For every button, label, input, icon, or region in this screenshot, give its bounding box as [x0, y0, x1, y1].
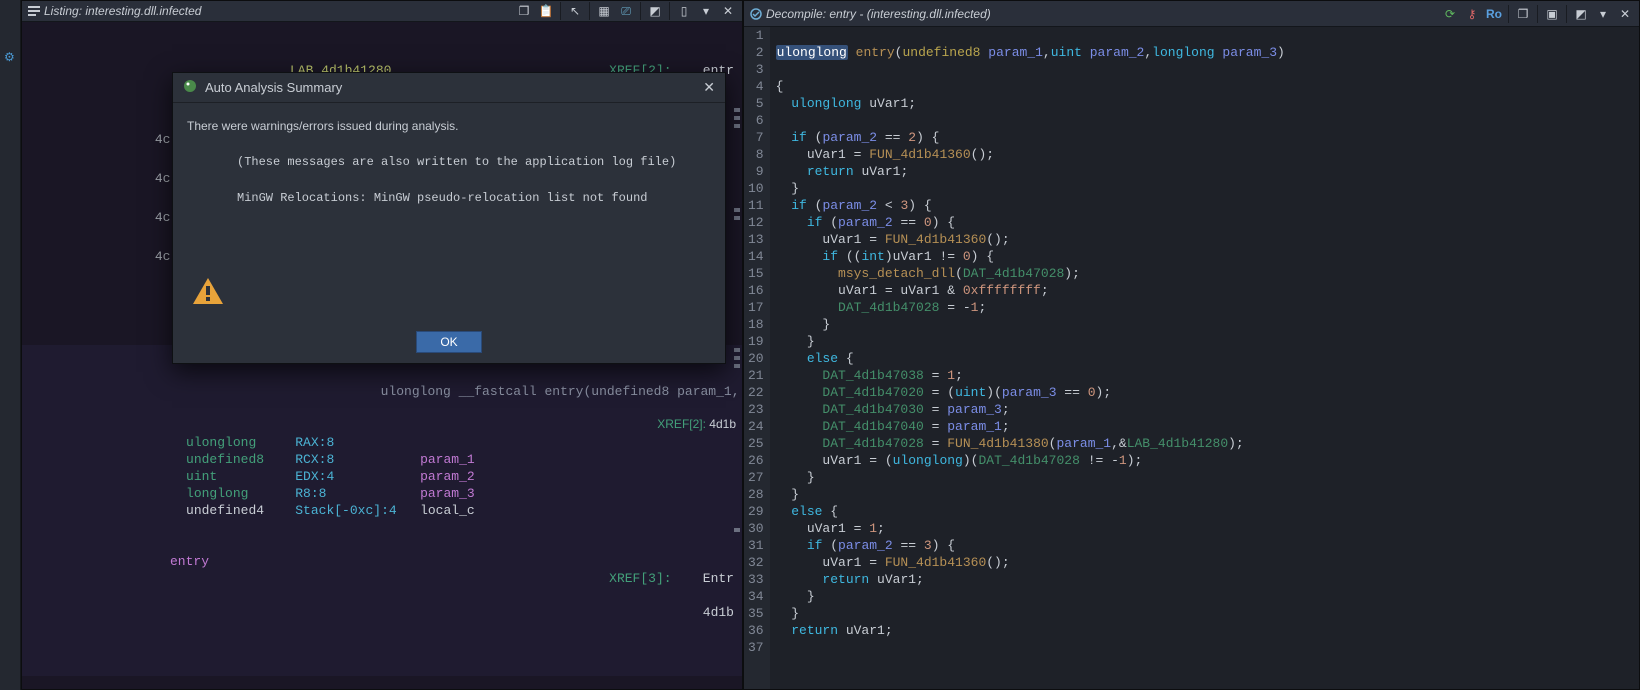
- code-line[interactable]: }: [776, 469, 1633, 486]
- listing-title: Listing: interesting.dll.infected: [44, 4, 512, 18]
- xref-label-3: XREF[3]:: [609, 571, 671, 586]
- xref-target-3: Entr: [703, 571, 734, 586]
- code-line[interactable]: }: [776, 605, 1633, 622]
- code-line[interactable]: DAT_4d1b47038 = 1;: [776, 367, 1633, 384]
- entry-label: entry: [30, 553, 209, 638]
- code-line[interactable]: uVar1 = uVar1 & 0xffffffff;: [776, 282, 1633, 299]
- code-line[interactable]: }: [776, 486, 1633, 503]
- code-line[interactable]: {: [776, 78, 1633, 95]
- code-line[interactable]: DAT_4d1b47040 = param_1;: [776, 418, 1633, 435]
- listing-pane: Listing: interesting.dll.infected ❐ 📋 ↖ …: [21, 0, 743, 690]
- code-line[interactable]: if ((int)uVar1 != 0) {: [776, 248, 1633, 265]
- line-numbers: 1234567891011121314151617181920212223242…: [744, 27, 770, 689]
- code-line[interactable]: }: [776, 333, 1633, 350]
- decompile-titlebar: Decompile: entry - (interesting.dll.infe…: [744, 1, 1639, 27]
- listing-body[interactable]: LAB_4d1b41280 XREF[2]: entr 4c 4c 4c 4c …: [22, 22, 742, 689]
- code-line[interactable]: [776, 61, 1633, 78]
- code-line[interactable]: else {: [776, 503, 1633, 520]
- code-line[interactable]: DAT_4d1b47028 = -1;: [776, 299, 1633, 316]
- code-line[interactable]: [776, 112, 1633, 129]
- xref-label-2: XREF[2]:: [657, 417, 706, 431]
- code-line[interactable]: return uVar1;: [776, 622, 1633, 639]
- listing-icon: [26, 3, 42, 19]
- code-line[interactable]: if (param_2 < 3) {: [776, 197, 1633, 214]
- code-line[interactable]: msys_detach_dll(DAT_4d1b47028);: [776, 265, 1633, 282]
- code-line[interactable]: if (param_2 == 3) {: [776, 537, 1633, 554]
- code-line[interactable]: }: [776, 180, 1633, 197]
- code-line[interactable]: ulonglong entry(undefined8 param_1,uint …: [776, 44, 1633, 61]
- dialog-line-2: (These messages are also written to the …: [187, 153, 711, 171]
- panel-icon[interactable]: ▯: [674, 1, 694, 21]
- code-line[interactable]: return uVar1;: [776, 571, 1633, 588]
- warning-icon: [191, 276, 225, 311]
- param-row: undefined4 Stack[-0xc]:4 local_c: [22, 502, 742, 519]
- snapshot-icon[interactable]: ◩: [1571, 4, 1591, 24]
- decompile-body[interactable]: 1234567891011121314151617181920212223242…: [744, 27, 1639, 689]
- param-row: ulonglong RAX:8: [22, 434, 742, 451]
- code-line[interactable]: DAT_4d1b47020 = (uint)(param_3 == 0);: [776, 384, 1633, 401]
- ro-label[interactable]: Ro: [1484, 4, 1504, 24]
- code-line[interactable]: [776, 639, 1633, 656]
- code-line[interactable]: uVar1 = 1;: [776, 520, 1633, 537]
- code-line[interactable]: [776, 27, 1633, 44]
- code-line[interactable]: else {: [776, 350, 1633, 367]
- decompiled-code[interactable]: ulonglong entry(undefined8 param_1,uint …: [770, 27, 1639, 689]
- param-row: uint EDX:4 param_2: [22, 468, 742, 485]
- entry-signature: ulonglong __fastcall entry(undefined8 pa…: [241, 384, 742, 399]
- listing-titlebar: Listing: interesting.dll.infected ❐ 📋 ↖ …: [22, 1, 742, 22]
- paste-icon[interactable]: 📋: [536, 1, 556, 21]
- decompile-icon: [748, 6, 764, 22]
- code-line[interactable]: DAT_4d1b47030 = param_3;: [776, 401, 1633, 418]
- code-line[interactable]: uVar1 = FUN_4d1b41360();: [776, 554, 1633, 571]
- ghidra-icon: [183, 79, 197, 96]
- code-line[interactable]: if (param_2 == 2) {: [776, 129, 1633, 146]
- ok-button[interactable]: OK: [416, 331, 482, 353]
- code-line[interactable]: ulonglong uVar1;: [776, 95, 1633, 112]
- dialog-close-icon[interactable]: ✕: [703, 79, 715, 96]
- xref-target-3b: 4d1b: [703, 605, 734, 620]
- code-line[interactable]: if (param_2 == 0) {: [776, 214, 1633, 231]
- camera-icon[interactable]: ◩: [645, 1, 665, 21]
- code-line[interactable]: uVar1 = FUN_4d1b41360();: [776, 231, 1633, 248]
- menu-dropdown[interactable]: ▾: [696, 1, 716, 21]
- code-line[interactable]: uVar1 = FUN_4d1b41360();: [776, 146, 1633, 163]
- dialog-line-1: There were warnings/errors issued during…: [187, 117, 711, 135]
- copy-icon[interactable]: ❐: [1513, 4, 1533, 24]
- auto-analysis-dialog: Auto Analysis Summary ✕ There were warni…: [172, 72, 726, 364]
- code-line[interactable]: return uVar1;: [776, 163, 1633, 180]
- toggle-2-icon[interactable]: ⎚: [616, 1, 636, 21]
- menu-dropdown[interactable]: ▾: [1593, 4, 1613, 24]
- copy-icon[interactable]: ❐: [514, 1, 534, 21]
- export-icon[interactable]: ▣: [1542, 4, 1562, 24]
- param-row: undefined8 RCX:8 param_1: [22, 451, 742, 468]
- code-line[interactable]: }: [776, 316, 1633, 333]
- toggle-1-icon[interactable]: ▦: [594, 1, 614, 21]
- code-line[interactable]: DAT_4d1b47028 = FUN_4d1b41380(param_1,&L…: [776, 435, 1633, 452]
- code-line[interactable]: uVar1 = (ulonglong)(DAT_4d1b47028 != -1)…: [776, 452, 1633, 469]
- listing-minimap[interactable]: [732, 48, 742, 689]
- close-icon[interactable]: ✕: [1615, 4, 1635, 24]
- close-icon[interactable]: ✕: [718, 1, 738, 21]
- code-line[interactable]: }: [776, 588, 1633, 605]
- graph-icon[interactable]: ⚷: [1462, 4, 1482, 24]
- dialog-line-3: MinGW Relocations: MinGW pseudo-relocati…: [187, 189, 711, 207]
- decompile-title: Decompile: entry - (interesting.dll.infe…: [766, 7, 1438, 21]
- gear-icon[interactable]: ⚙: [4, 50, 15, 64]
- refresh-icon[interactable]: ⟳: [1440, 4, 1460, 24]
- param-row: longlong R8:8 param_3: [22, 485, 742, 502]
- cursor-icon[interactable]: ↖: [565, 1, 585, 21]
- decompile-pane: Decompile: entry - (interesting.dll.infe…: [743, 0, 1640, 690]
- dialog-title: Auto Analysis Summary: [205, 80, 703, 95]
- left-gutter: ⚙: [0, 0, 21, 690]
